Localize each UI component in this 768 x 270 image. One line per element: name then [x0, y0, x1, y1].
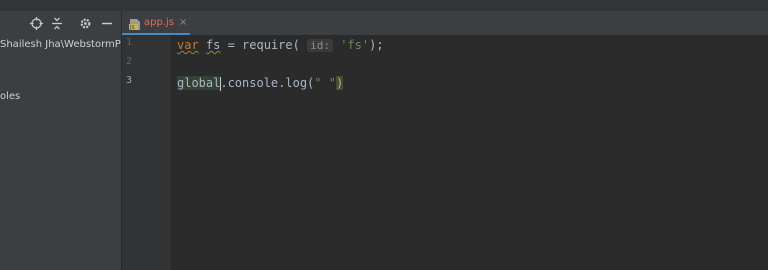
code-text: = require(: [220, 38, 308, 52]
identifier: fs: [205, 38, 221, 52]
external-libraries-item[interactable]: oles: [0, 91, 20, 102]
svg-text:JS: JS: [129, 25, 135, 31]
code-text: .console.log(: [220, 76, 315, 90]
code-text: );: [369, 38, 384, 52]
string-literal: 'fs': [340, 38, 370, 52]
line-number: 2: [126, 56, 133, 67]
editor-tab-bar: JS app.js ×: [122, 11, 768, 36]
locate-icon[interactable]: [29, 16, 43, 30]
project-root-path[interactable]: Shailesh Jha\WebstormProj: [0, 39, 121, 50]
line-number: 3: [126, 75, 133, 86]
collapse-icon[interactable]: [50, 16, 64, 30]
parameter-hint: id:: [307, 39, 333, 52]
code-editor[interactable]: var fs = require( id: 'fs'); global.cons…: [170, 35, 768, 270]
project-toolbar: [0, 11, 121, 35]
line-number: 1: [126, 37, 133, 48]
global-identifier: global: [177, 76, 221, 90]
matched-paren: ): [335, 76, 344, 90]
tab-label: app.js: [144, 16, 174, 28]
close-icon[interactable]: ×: [179, 17, 187, 28]
project-panel: Shailesh Jha\WebstormProj oles: [0, 11, 121, 270]
code-line-3[interactable]: global.console.log(" "): [177, 74, 344, 92]
minimize-icon[interactable]: [100, 16, 114, 30]
code-line-1[interactable]: var fs = require( id: 'fs');: [177, 36, 384, 54]
keyword: var: [177, 38, 199, 52]
tab-app-js[interactable]: JS app.js ×: [122, 11, 190, 35]
line-number-gutter: 1 2 3: [122, 35, 169, 270]
string-literal: " ": [314, 76, 336, 90]
javascript-file-icon: JS: [129, 16, 141, 31]
gear-icon[interactable]: [78, 16, 92, 30]
